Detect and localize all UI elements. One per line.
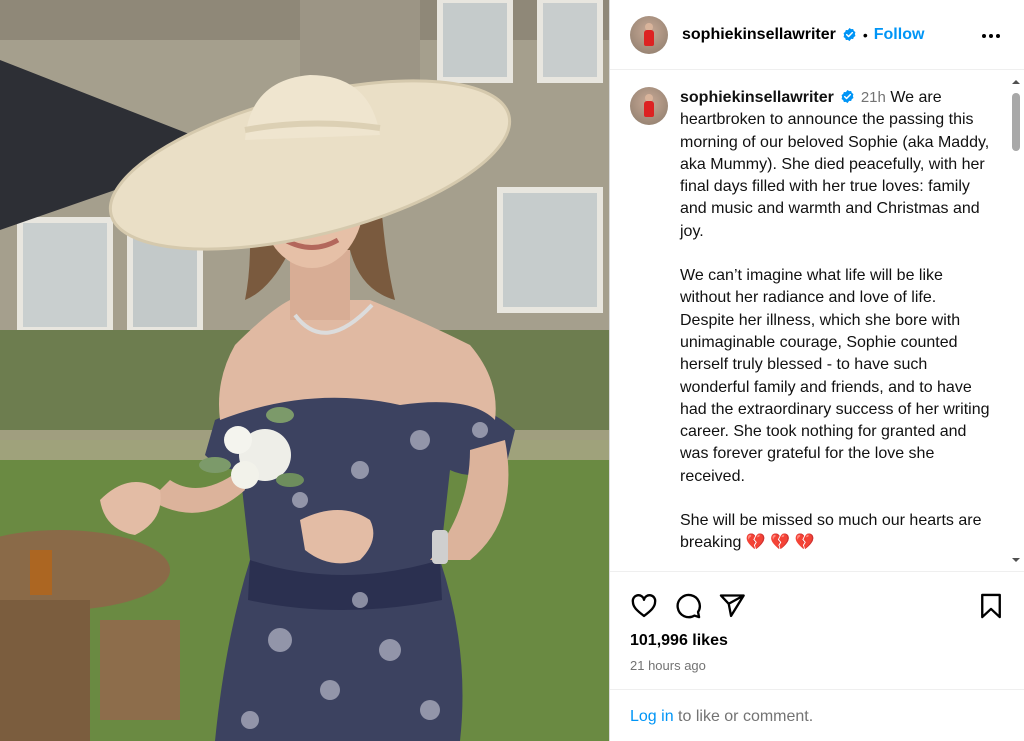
post-photo: [0, 0, 609, 741]
caption-scroll-area[interactable]: sophiekinsellawriter 21h We are heartbrok…: [610, 71, 1024, 571]
verified-badge-icon: [843, 27, 856, 42]
post-header: sophiekinsellawriter • Follow: [610, 0, 1024, 70]
header-separator: •: [862, 26, 868, 43]
share-icon[interactable]: [718, 592, 746, 620]
caption-timestamp[interactable]: 21h: [861, 89, 886, 106]
caption-avatar[interactable]: [630, 87, 668, 125]
like-heart-icon[interactable]: [630, 592, 658, 620]
caption: sophiekinsellawriter 21h We are heartbrok…: [610, 71, 1024, 555]
post-actions: 101,996 likes 21 hours ago: [610, 571, 1024, 673]
more-options-icon[interactable]: [979, 24, 1003, 48]
login-prompt-text: to like or comment.: [673, 708, 814, 725]
save-bookmark-icon[interactable]: [977, 592, 1005, 620]
follow-button[interactable]: Follow: [874, 26, 925, 44]
scroll-down-arrow-icon[interactable]: [1011, 555, 1021, 565]
post-details-pane: sophiekinsellawriter • Follow sophiekins…: [609, 0, 1024, 741]
post-timestamp[interactable]: 21 hours ago: [630, 658, 706, 673]
caption-paragraph-2: We can’t imagine what life will be like …: [680, 267, 990, 485]
caption-paragraph-1: We are heartbroken to announce the passi…: [680, 89, 990, 240]
author-avatar[interactable]: [630, 15, 668, 54]
scroll-up-arrow-icon[interactable]: [1011, 77, 1021, 87]
login-link[interactable]: Log in: [630, 708, 674, 725]
caption-text: sophiekinsellawriter 21h We are heartbrok…: [680, 87, 990, 555]
caption-verified-badge-icon: [841, 89, 854, 104]
author-username[interactable]: sophiekinsellawriter: [682, 26, 836, 44]
caption-username[interactable]: sophiekinsellawriter: [680, 89, 834, 106]
comment-icon[interactable]: [674, 592, 702, 620]
post-photo-illustration: [0, 0, 609, 741]
likes-count[interactable]: 101,996 likes: [630, 632, 728, 650]
broken-hearts-emoji: 💔 💔 💔: [745, 534, 815, 552]
caption-last-line: She will be missed so much our hearts ar…: [680, 512, 982, 552]
scrollbar-thumb[interactable]: [1012, 93, 1020, 151]
login-prompt: Log in to like or comment.: [610, 689, 1024, 741]
